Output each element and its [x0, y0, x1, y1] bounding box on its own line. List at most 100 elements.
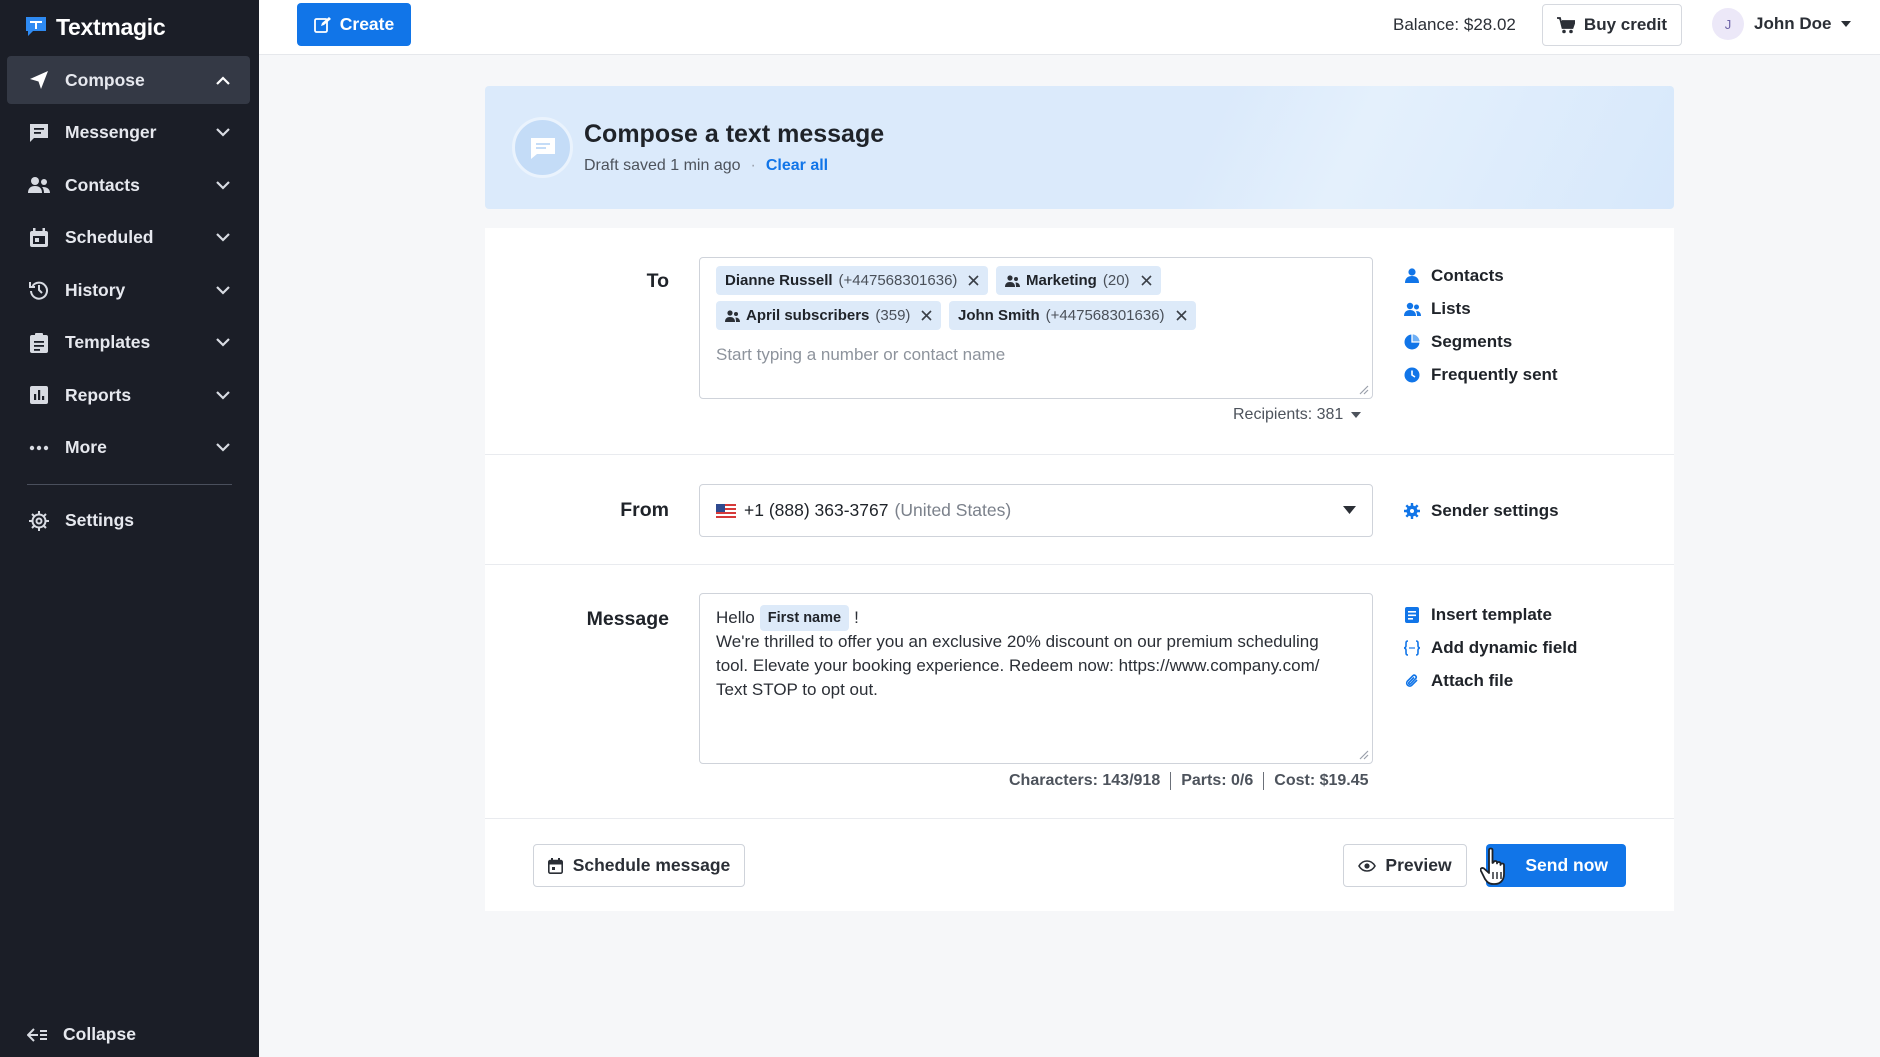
textmagic-logo-icon	[26, 17, 46, 36]
sidebar-item-more[interactable]: More	[7, 424, 250, 472]
caret-down-icon	[1841, 21, 1852, 27]
sender-settings-link[interactable]: Sender settings	[1403, 494, 1559, 527]
bar-chart-icon	[27, 383, 51, 407]
segments-link-label: Segments	[1431, 331, 1513, 351]
sidebar-item-settings[interactable]: Settings	[7, 497, 250, 545]
user-menu[interactable]: J John Doe	[1712, 8, 1852, 40]
sidebar-item-label: Compose	[65, 69, 145, 90]
add-dynamic-field-link[interactable]: Add dynamic field	[1403, 631, 1577, 664]
message-tools: Insert template Add dynamic field Attach…	[1403, 598, 1577, 697]
recipient-chip[interactable]: John Smith (+447568301636)	[949, 301, 1196, 330]
calendar-icon	[27, 226, 51, 250]
preview-button[interactable]: Preview	[1343, 844, 1467, 887]
preview-label: Preview	[1385, 855, 1452, 875]
caret-down-icon	[1351, 412, 1362, 418]
chevron-down-icon	[214, 439, 232, 457]
people-icon	[1403, 300, 1421, 318]
draft-status: Draft saved 1 min ago	[584, 157, 741, 174]
recipient-chip[interactable]: Marketing (20)	[996, 266, 1161, 295]
lists-link[interactable]: Lists	[1403, 292, 1558, 325]
group-icon	[1005, 274, 1020, 287]
collapse-sidebar-button[interactable]: Collapse	[27, 1024, 136, 1045]
recipient-chip[interactable]: April subscribers (359)	[716, 301, 942, 330]
us-flag-icon	[716, 503, 736, 518]
sidebar-item-compose[interactable]: Compose	[7, 56, 250, 104]
sidebar-item-history[interactable]: History	[7, 266, 250, 314]
sidebar-nav: Compose Messenger Contacts Scheduled His…	[7, 56, 250, 549]
group-icon	[725, 309, 740, 322]
edit-icon	[313, 17, 331, 33]
sidebar-item-contacts[interactable]: Contacts	[7, 161, 250, 209]
recipients-count[interactable]: Recipients: 381	[1233, 406, 1362, 424]
recipient-detail: (359)	[875, 307, 911, 324]
resize-handle-icon[interactable]	[1357, 383, 1369, 395]
hand-pointer-cursor-icon	[1480, 847, 1505, 885]
recipients-input-placeholder[interactable]: Start typing a number or contact name	[716, 345, 1005, 365]
resize-handle-icon[interactable]	[1357, 748, 1369, 760]
contacts-link[interactable]: Contacts	[1403, 259, 1558, 292]
paper-plane-icon	[27, 68, 51, 92]
gear-icon	[1403, 502, 1421, 520]
sidebar-item-reports[interactable]: Reports	[7, 371, 250, 419]
characters-count: Characters: 143/918	[1009, 772, 1161, 789]
caret-down-icon	[1343, 506, 1356, 514]
app-name: Textmagic	[56, 13, 166, 40]
schedule-message-button[interactable]: Schedule message	[533, 844, 745, 887]
recipient-name: John Smith	[958, 307, 1040, 324]
message-textarea[interactable]: Hello First name ! We're thrilled to off…	[699, 593, 1373, 764]
recipient-detail: (+447568301636)	[838, 272, 958, 289]
insert-template-link[interactable]: Insert template	[1403, 598, 1577, 631]
create-button[interactable]: Create	[297, 3, 411, 46]
chevron-down-icon	[214, 334, 232, 352]
remove-recipient-icon[interactable]	[968, 275, 979, 286]
clipboard-icon	[27, 331, 51, 355]
message-greeting: Hello	[716, 608, 755, 627]
gear-icon	[27, 509, 51, 533]
sidebar-item-scheduled[interactable]: Scheduled	[7, 214, 250, 262]
sidebar-item-templates[interactable]: Templates	[7, 319, 250, 367]
section-divider	[485, 818, 1674, 819]
recipient-chip[interactable]: Dianne Russell (+447568301636)	[716, 266, 989, 295]
remove-recipient-icon[interactable]	[1175, 310, 1187, 321]
parts-count: Parts: 0/6	[1181, 772, 1254, 789]
message-bubble-icon	[512, 117, 573, 178]
message-after-field: !	[854, 608, 859, 627]
page-title: Compose a text message	[584, 120, 885, 148]
section-divider	[485, 564, 1674, 565]
chevron-down-icon	[214, 386, 232, 404]
compose-form: To Dianne Russell (+447568301636) Market…	[485, 228, 1674, 911]
remove-recipient-icon[interactable]	[1140, 275, 1152, 286]
message-stats: Characters: 143/918 Parts: 0/6 Cost: $19…	[1009, 772, 1369, 790]
sidebar-item-label: Contacts	[65, 174, 140, 195]
calendar-icon	[547, 857, 563, 874]
to-label: To	[646, 270, 669, 292]
pie-chart-icon	[1403, 333, 1421, 351]
people-icon	[27, 173, 51, 197]
remove-recipient-icon[interactable]	[921, 310, 932, 321]
account-balance: Balance: $28.02	[1393, 15, 1516, 34]
sidebar-item-messenger[interactable]: Messenger	[7, 109, 250, 157]
chevron-down-icon	[214, 281, 232, 299]
recipients-field[interactable]: Dianne Russell (+447568301636) Marketing…	[699, 257, 1373, 399]
attach-file-link[interactable]: Attach file	[1403, 664, 1577, 697]
app-logo[interactable]: Textmagic	[24, 12, 166, 42]
add-dynamic-field-label: Add dynamic field	[1431, 637, 1578, 657]
stats-divider	[1170, 772, 1172, 790]
sender-select[interactable]: +1 (888) 363-3767 (United States)	[699, 484, 1373, 537]
clear-all-link[interactable]: Clear all	[766, 157, 828, 175]
frequently-sent-link[interactable]: Frequently sent	[1403, 358, 1558, 391]
insert-template-label: Insert template	[1431, 604, 1552, 624]
send-now-label: Send now	[1525, 855, 1608, 875]
avatar: J	[1712, 8, 1744, 40]
message-label: Message	[586, 608, 669, 630]
sidebar-item-label: History	[65, 279, 126, 300]
dynamic-field-tag[interactable]: First name	[759, 605, 850, 631]
collapse-label: Collapse	[63, 1024, 136, 1044]
lists-link-label: Lists	[1431, 298, 1471, 318]
segments-link[interactable]: Segments	[1403, 325, 1558, 358]
recipient-name: Dianne Russell	[725, 272, 833, 289]
recipient-detail: (20)	[1102, 272, 1130, 289]
sidebar-item-label: Settings	[65, 510, 135, 530]
recipient-detail: (+447568301636)	[1045, 307, 1165, 324]
buy-credit-button[interactable]: Buy credit	[1542, 4, 1682, 46]
